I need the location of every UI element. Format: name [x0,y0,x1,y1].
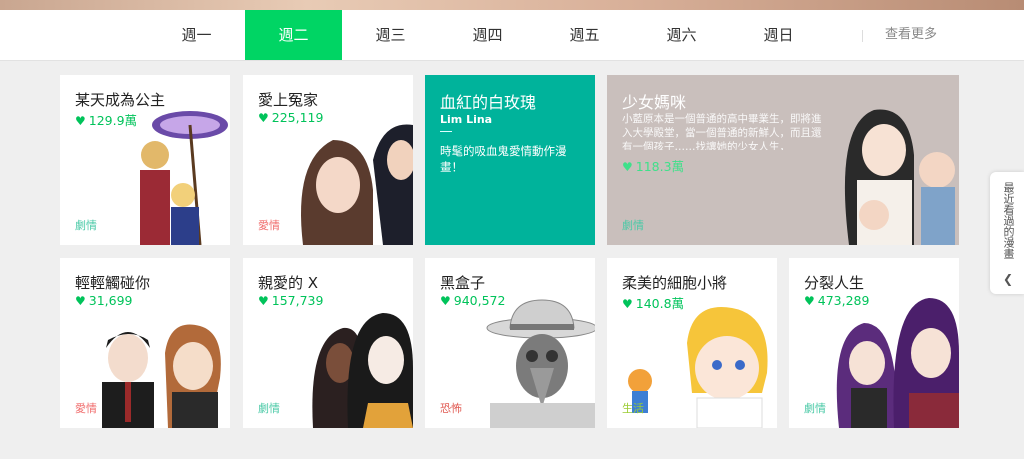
heart-icon: ♥ [622,160,633,174]
comic-title: 柔美的細胞小將 [622,274,728,292]
genre-label: 愛情 [75,402,97,415]
comic-card[interactable]: 黑盒子 ♥ 940,572 恐怖 [425,258,595,428]
comic-title: 少女媽咪 [622,93,687,112]
tab-friday[interactable]: 週五 [536,10,633,60]
chevron-left-icon: ❮ [1003,272,1014,286]
like-count: ♥ 118.3萬 [622,156,684,175]
tab-sunday[interactable]: 週日 [730,10,827,60]
divider [440,131,452,132]
recently-viewed-tab[interactable]: 最近看過的漫畫 ❮ [990,172,1024,294]
comic-card[interactable]: 柔美的細胞小將 ♥ 140.8萬 生活 [607,258,777,428]
like-count: ♥ 157,739 [258,293,323,308]
see-more-link[interactable]: 查看更多 [885,10,937,60]
comic-title: 輕輕觸碰你 [75,274,151,292]
comic-description: 時髦的吸血鬼愛情動作漫畫！ [440,144,567,174]
cover-art [836,298,959,428]
heart-icon: ♥ [75,114,86,128]
comic-card[interactable]: 分裂人生 ♥ 473,289 劇情 [789,258,959,428]
tab-divider [862,30,863,42]
comic-card[interactable]: 某天成為公主 ♥ 129.9萬 劇情 [60,75,230,245]
genre-label: 恐怖 [440,402,462,415]
genre-label: 劇情 [75,219,97,232]
comic-description: 小藍原本是一個普通的高中畢業生，即將進入大學殿堂，當一個普通的新鮮人，而且還有一… [622,113,822,150]
genre-label: 生活 [622,402,644,415]
cover-art [844,109,955,245]
featured-comic-card[interactable]: 少女媽咪 小藍原本是一個普通的高中畢業生，即將進入大學殿堂，當一個普通的新鮮人，… [607,75,959,245]
like-value: 140.8萬 [635,296,685,311]
comic-card[interactable]: 愛上冤家 ♥ 225,119 愛情 [243,75,413,245]
like-value: 225,119 [271,110,324,125]
cover-art [628,307,768,428]
cover-art [102,324,221,428]
genre-label: 劇情 [804,402,826,415]
like-value: 940,572 [453,293,506,308]
like-count: ♥ 129.9萬 [75,110,137,129]
banner-strip [0,0,1024,10]
genre-label: 劇情 [258,402,280,415]
comic-title: 血紅的白玫瑰 [440,93,537,112]
recently-viewed-label: 最近看過的漫畫 [1002,182,1015,259]
comic-title: 黑盒子 [440,274,486,292]
tab-monday[interactable]: 週一 [148,10,245,60]
like-value: 118.3萬 [635,159,685,174]
heart-icon: ♥ [622,297,633,311]
heart-icon: ♥ [440,294,451,308]
featured-comic-card[interactable]: 血紅的白玫瑰 Lim Lina 時髦的吸血鬼愛情動作漫畫！ [425,75,595,245]
genre-label: 愛情 [258,219,280,232]
tab-saturday[interactable]: 週六 [633,10,730,60]
comic-title: 愛上冤家 [258,91,319,109]
weekday-tab-bar: 週一 週二 週三 週四 週五 週六 週日 查看更多 [0,10,1024,61]
genre-label: 劇情 [622,219,644,232]
heart-icon: ♥ [75,294,86,308]
like-count: ♥ 473,289 [804,293,869,308]
like-value: 473,289 [817,293,870,308]
heart-icon: ♥ [258,294,269,308]
heart-icon: ♥ [804,294,815,308]
tab-thursday[interactable]: 週四 [439,10,536,60]
like-value: 31,699 [88,293,133,308]
tab-wednesday[interactable]: 週三 [342,10,439,60]
comic-card[interactable]: 輕輕觸碰你 ♥ 31,699 愛情 [60,258,230,428]
tab-tuesday[interactable]: 週二 [245,10,342,60]
comic-title: 某天成為公主 [75,91,166,109]
like-value: 157,739 [271,293,324,308]
comic-title: 分裂人生 [804,274,865,292]
like-count: ♥ 225,119 [258,110,323,125]
like-value: 129.9萬 [88,113,138,128]
comic-author: Lim Lina [440,113,493,126]
cover-art [312,313,413,428]
comic-card[interactable]: 親愛的 X ♥ 157,739 劇情 [243,258,413,428]
heart-icon: ♥ [258,111,269,125]
comic-title: 親愛的 X [258,274,319,292]
like-count: ♥ 940,572 [440,293,505,308]
like-count: ♥ 140.8萬 [622,293,684,312]
like-count: ♥ 31,699 [75,293,133,308]
cover-art [486,299,595,428]
